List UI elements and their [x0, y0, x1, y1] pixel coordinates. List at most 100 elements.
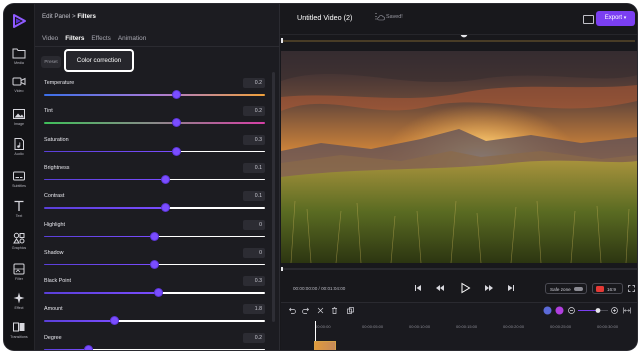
- magic-icon[interactable]: [555, 306, 564, 315]
- video-preview[interactable]: [281, 51, 637, 263]
- slider-label: Black Point: [44, 278, 71, 285]
- color-correction-button[interactable]: Color correction: [64, 49, 134, 72]
- rail-item-text[interactable]: Text: [4, 199, 34, 218]
- scrub-bar[interactable]: [281, 266, 637, 272]
- fast-forward-icon[interactable]: [485, 284, 493, 292]
- sparkle-icon: [13, 292, 25, 304]
- breadcrumb-current: Filters: [77, 13, 96, 20]
- panel-tabs: Video Filters Effects Animation: [42, 35, 146, 42]
- timeline-tick-label: 00:00:20:00: [503, 324, 525, 329]
- tab-filters[interactable]: Filters: [65, 35, 84, 42]
- breadcrumb-parent[interactable]: Edit Panel: [42, 13, 70, 20]
- rewind-icon[interactable]: [436, 284, 444, 292]
- rail-item-filter[interactable]: Filter: [4, 262, 34, 281]
- rail-item-video[interactable]: Video: [4, 74, 34, 93]
- export-button[interactable]: Export ▾: [596, 11, 635, 26]
- slider-value-input[interactable]: 0.1: [243, 191, 265, 202]
- playhead-marker[interactable]: [460, 30, 468, 38]
- scissors-icon[interactable]: [317, 307, 324, 314]
- breadcrumb: Edit Panel > Filters: [42, 13, 96, 20]
- tab-animation[interactable]: Animation: [118, 35, 146, 42]
- play-icon[interactable]: [459, 282, 471, 294]
- avatar-icon[interactable]: [543, 306, 552, 315]
- slider-thumb[interactable]: [84, 345, 92, 350]
- timeline-tick-label: 00:00:30:00: [597, 324, 619, 329]
- rail-item-label: Graphics: [11, 246, 27, 250]
- slider-row-degree: Degree 0.2: [41, 332, 271, 350]
- rail-item-effect[interactable]: Effect: [4, 291, 34, 310]
- undo-icon[interactable]: [289, 307, 296, 314]
- rail-item-label: Filter: [15, 277, 23, 281]
- rail-item-transitions[interactable]: Transitions: [4, 320, 34, 339]
- fit-width-icon[interactable]: [623, 307, 631, 314]
- slider-thumb[interactable]: [155, 289, 163, 297]
- slider-track[interactable]: [44, 150, 265, 153]
- keyboard-icon[interactable]: [583, 15, 594, 24]
- aspect-ratio-label: 16:9: [607, 287, 616, 292]
- slider-value-input[interactable]: 0.1: [243, 162, 265, 173]
- slider-thumb[interactable]: [173, 147, 181, 155]
- rail-item-audio[interactable]: Audio: [4, 137, 34, 156]
- preset-button[interactable]: Preset: [41, 56, 61, 68]
- slider-value-input[interactable]: 0.2: [243, 106, 265, 117]
- slider-label: Brightness: [44, 164, 70, 171]
- slider-thumb[interactable]: [111, 317, 119, 325]
- slider-value-input[interactable]: 0: [243, 219, 265, 230]
- slider-value-input[interactable]: 0.3: [243, 276, 265, 287]
- aspect-ratio-select[interactable]: 16:9: [592, 283, 623, 294]
- zoom-slider[interactable]: [578, 307, 608, 314]
- slider-track[interactable]: [44, 94, 265, 96]
- video-clip[interactable]: [314, 341, 336, 350]
- slider-value-input[interactable]: 0: [243, 247, 265, 258]
- rail-item-media[interactable]: Media: [4, 46, 34, 65]
- tab-video[interactable]: Video: [42, 35, 58, 42]
- safe-zone-toggle[interactable]: Safe zone: [545, 283, 587, 294]
- slider-thumb[interactable]: [173, 91, 181, 98]
- slider-thumb[interactable]: [162, 204, 170, 212]
- slider-value-input[interactable]: 0.3: [243, 134, 265, 145]
- folder-icon: [12, 48, 26, 59]
- panel-scrollbar[interactable]: [272, 72, 275, 322]
- slider-track[interactable]: [44, 178, 265, 181]
- top-bar: Untitled Video (2) ⋮ Saved! Export ▾: [280, 4, 637, 35]
- zoom-in-icon[interactable]: [611, 307, 618, 314]
- zoom-out-icon[interactable]: [568, 307, 575, 314]
- timeline-tick-label: 00:00:05:00: [362, 324, 384, 329]
- slider-track[interactable]: [44, 348, 265, 350]
- skip-back-icon[interactable]: [414, 284, 422, 292]
- slider-thumb[interactable]: [151, 260, 158, 268]
- breadcrumb-separator: >: [71, 13, 76, 20]
- slider-thumb[interactable]: [173, 119, 181, 127]
- slider-value-input[interactable]: 0.2: [243, 78, 265, 88]
- rail-item-graphics[interactable]: Graphics: [4, 231, 34, 250]
- rail-item-label: Image: [14, 122, 24, 126]
- fullscreen-icon[interactable]: [628, 285, 635, 292]
- trash-icon[interactable]: [331, 307, 338, 314]
- slider-label: Amount: [44, 306, 63, 313]
- rail-item-subtitles[interactable]: Subtitles: [4, 169, 34, 188]
- rail-item-image[interactable]: Image: [4, 107, 34, 126]
- slider-label: Tint: [44, 108, 53, 115]
- skip-forward-icon[interactable]: [507, 284, 515, 292]
- slider-value-input[interactable]: 0.2: [243, 332, 265, 343]
- play-logo-icon[interactable]: [11, 13, 27, 29]
- tab-effects[interactable]: Effects: [91, 35, 110, 42]
- slider-row-amount: Amount 1.8: [41, 304, 271, 332]
- redo-icon[interactable]: [302, 307, 309, 314]
- rail-item-label: Video: [14, 89, 24, 93]
- slider-row-temperature: Temperature 0.2: [41, 78, 271, 106]
- duplicate-icon[interactable]: [347, 307, 354, 314]
- slider-thumb[interactable]: [151, 232, 158, 240]
- slider-thumb[interactable]: [162, 175, 170, 183]
- app-window: Media Video Image Audio Subtitles Text Graphic…: [4, 4, 637, 350]
- rail-item-label: Transitions: [10, 335, 28, 339]
- slider-label: Saturation: [44, 136, 69, 143]
- slider-row-saturation: Saturation 0.3: [41, 134, 271, 163]
- slider-row-brightness: Brightness 0.1: [41, 162, 271, 191]
- slider-value-input[interactable]: 1.8: [243, 304, 265, 315]
- slider-row-highlight: Highlight 0: [41, 219, 271, 248]
- slider-track[interactable]: [44, 320, 265, 322]
- project-title[interactable]: Untitled Video (2): [297, 13, 352, 22]
- slider-track[interactable]: [44, 122, 265, 124]
- slider-track[interactable]: [44, 207, 265, 209]
